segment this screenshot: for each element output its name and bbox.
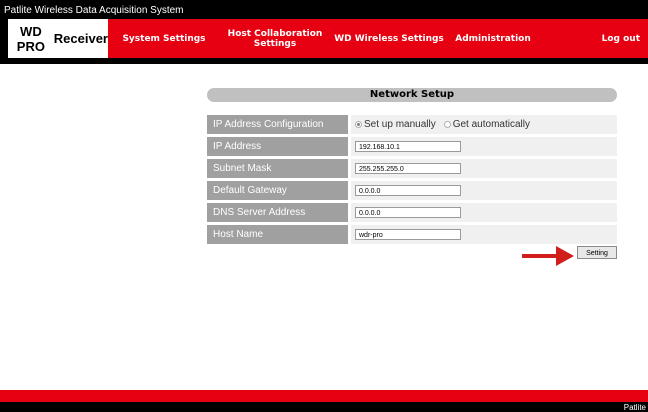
subnet-mask-cell: 255.255.255.0	[351, 159, 617, 178]
host-name-label: Host Name	[207, 225, 348, 244]
app-title: Patlite Wireless Data Acquisition System	[4, 5, 184, 16]
host-name-cell: wdr-pro	[351, 225, 617, 244]
panel-title: Network Setup	[207, 88, 617, 102]
nav-logout[interactable]: Log out	[538, 34, 648, 44]
nav-host-collaboration-settings[interactable]: Host Collaboration Settings	[220, 29, 330, 49]
footer-strip	[0, 402, 648, 412]
dns-server-input[interactable]: 0.0.0.0	[355, 207, 461, 218]
form-row-ip-config: IP Address Configuration Set up manually…	[207, 115, 617, 134]
nav-wd-wireless-settings[interactable]: WD Wireless Settings	[330, 34, 448, 44]
radio-label-auto: Get automatically	[452, 119, 530, 130]
form-row-dns-server: DNS Server Address 0.0.0.0	[207, 203, 617, 222]
dns-server-cell: 0.0.0.0	[351, 203, 617, 222]
radio-dot-icon	[443, 121, 451, 128]
form-row-host-name: Host Name wdr-pro	[207, 225, 617, 244]
ip-config-options: Set up manually Get automatically	[351, 115, 617, 134]
header-bottom-bar	[0, 58, 648, 64]
footer-brand: Patlite	[623, 403, 646, 412]
form-row-ip-address: IP Address 192.168.10.1	[207, 137, 617, 156]
main-nav: WD PRO Receiver System Settings Host Col…	[0, 19, 648, 58]
top-bar: Patlite Wireless Data Acquisition System…	[0, 0, 648, 58]
subnet-mask-input[interactable]: 255.255.255.0	[355, 163, 461, 174]
radio-setup-manually[interactable]: Set up manually	[355, 119, 436, 130]
radio-dot-icon	[355, 121, 362, 128]
ip-config-label: IP Address Configuration	[207, 115, 348, 134]
radio-label-manual: Set up manually	[364, 119, 436, 130]
dns-server-label: DNS Server Address	[207, 203, 348, 222]
brand-line2: Receiver	[53, 31, 108, 46]
default-gateway-cell: 0.0.0.0	[351, 181, 617, 200]
nav-menu-bar: System Settings Host Collaboration Setti…	[108, 19, 648, 58]
arrow-right-icon	[522, 246, 574, 266]
form-row-default-gateway: Default Gateway 0.0.0.0	[207, 181, 617, 200]
host-name-input[interactable]: wdr-pro	[355, 229, 461, 240]
nav-system-settings[interactable]: System Settings	[108, 34, 220, 44]
footer-bar	[0, 390, 648, 402]
default-gateway-input[interactable]: 0.0.0.0	[355, 185, 461, 196]
brand-line1: WD PRO	[16, 23, 45, 54]
setting-button[interactable]: Setting	[577, 246, 617, 259]
radio-get-automatically[interactable]: Get automatically	[443, 119, 530, 130]
ip-address-input[interactable]: 192.168.10.1	[355, 141, 461, 152]
nav-administration[interactable]: Administration	[448, 34, 538, 44]
default-gateway-label: Default Gateway	[207, 181, 348, 200]
form-row-subnet-mask: Subnet Mask 255.255.255.0	[207, 159, 617, 178]
ip-address-cell: 192.168.10.1	[351, 137, 617, 156]
ip-address-label: IP Address	[207, 137, 348, 156]
brand-logo: WD PRO Receiver	[8, 19, 108, 58]
network-setup-form: IP Address Configuration Set up manually…	[207, 115, 617, 247]
subnet-mask-label: Subnet Mask	[207, 159, 348, 178]
